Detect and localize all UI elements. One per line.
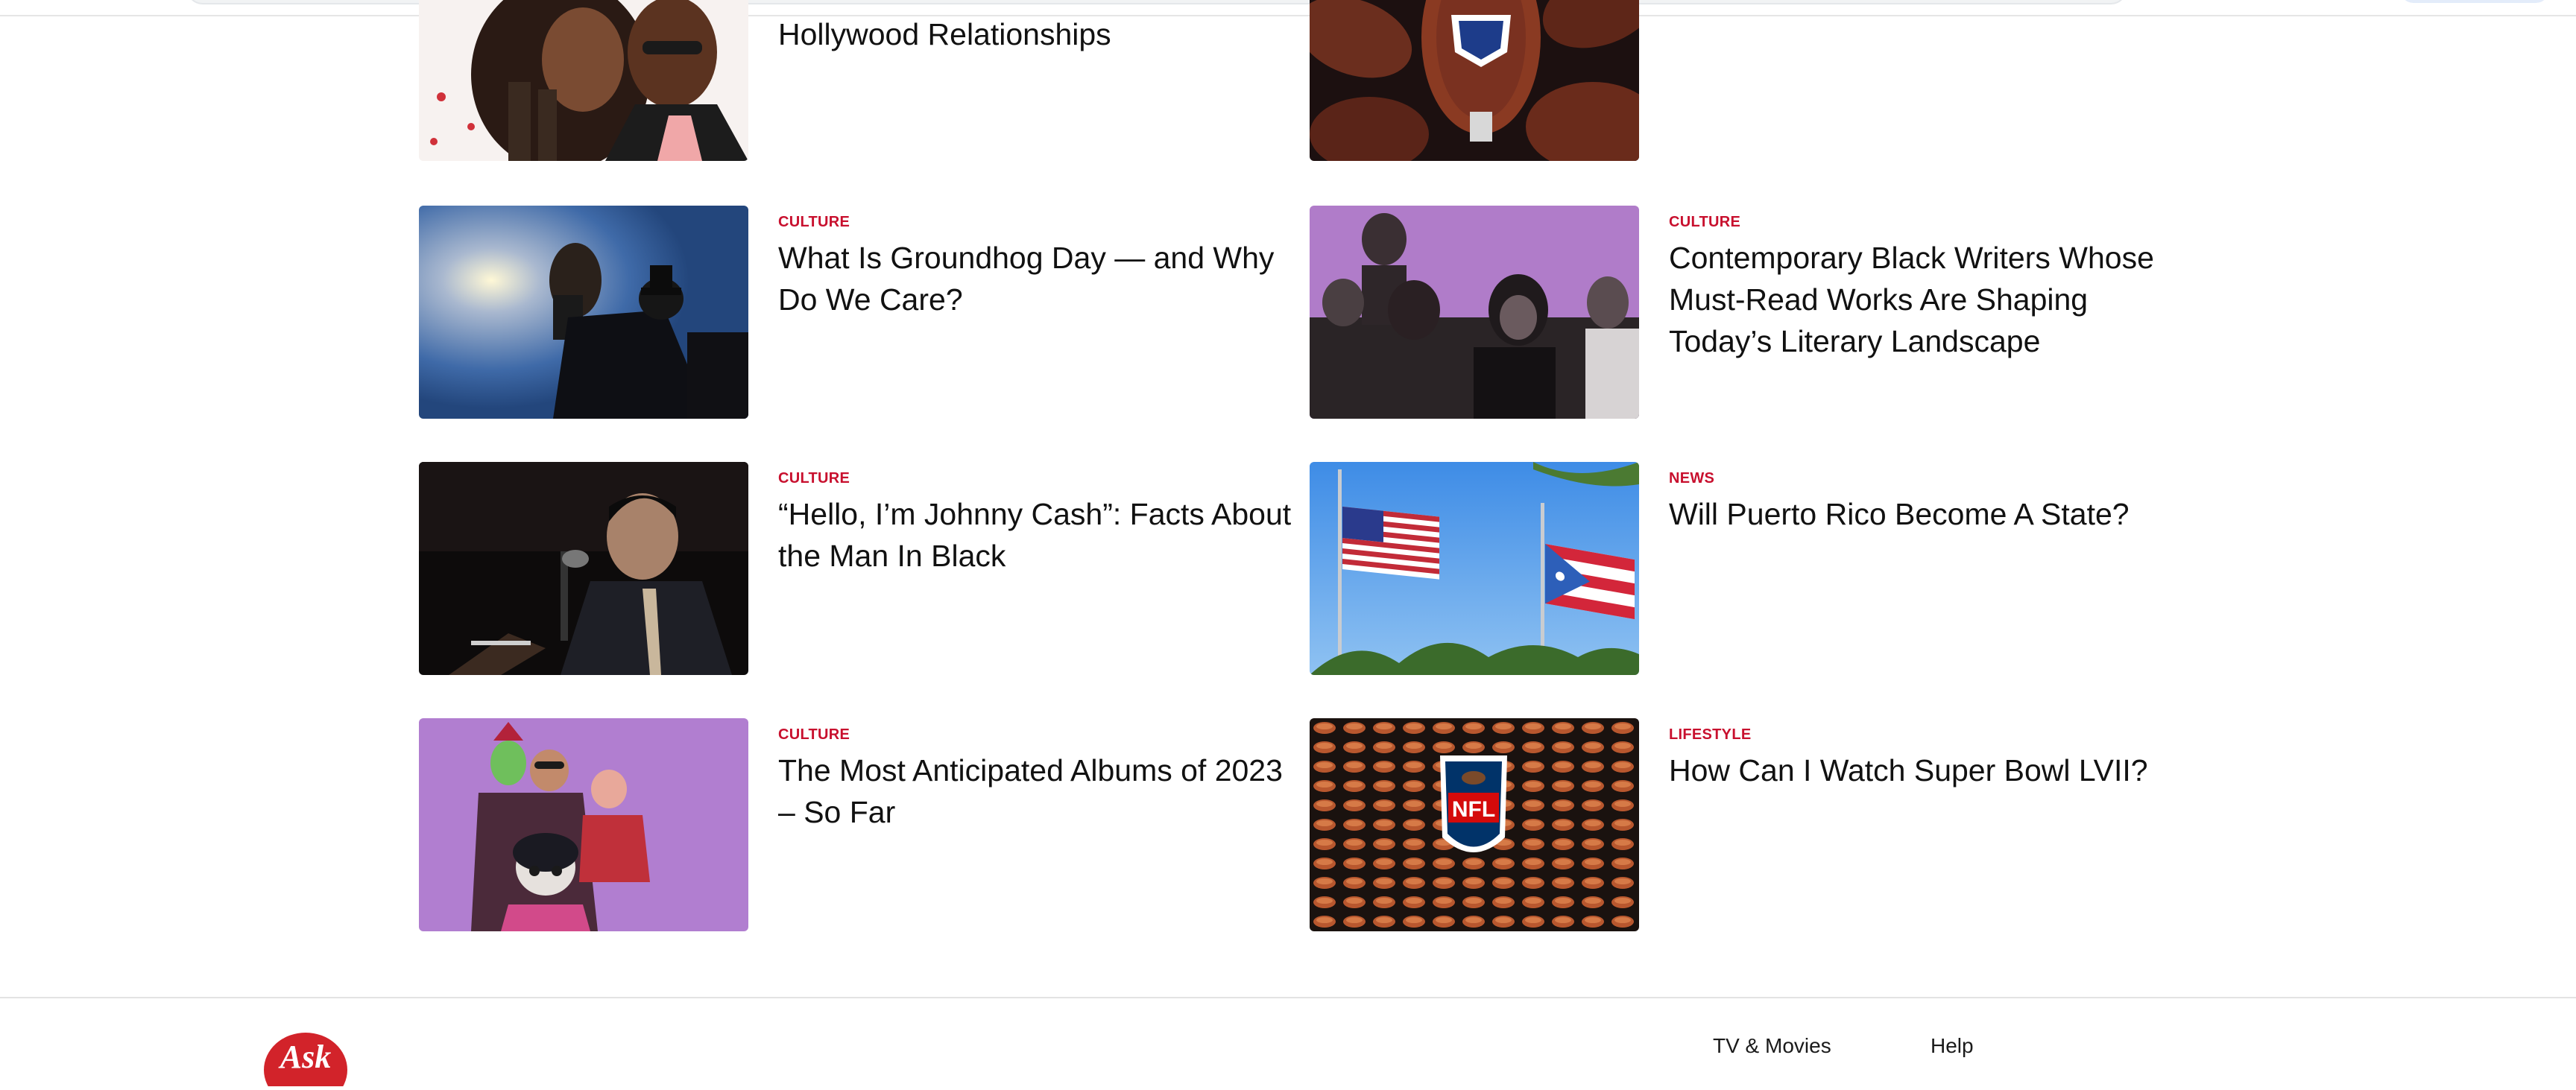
header-action-button[interactable]: [2400, 0, 2549, 3]
article-thumbnail[interactable]: [419, 206, 748, 419]
couple-photo-icon: [419, 0, 748, 161]
article-card[interactable]: [1310, 0, 2197, 161]
article-title[interactable]: What Is Groundhog Day — and Why Do We Ca…: [778, 237, 1300, 320]
article-thumbnail[interactable]: [419, 462, 748, 675]
article-category[interactable]: CULTURE: [1669, 213, 1740, 231]
article-thumbnail[interactable]: [419, 0, 748, 161]
article-category[interactable]: NEWS: [1669, 469, 1714, 487]
article-thumbnail[interactable]: [419, 718, 748, 931]
article-card[interactable]: CULTURE “Hello, I’m Johnny Cash”: Facts …: [419, 462, 1306, 675]
svg-text:NFL: NFL: [1452, 797, 1495, 822]
article-card[interactable]: NEWS Will Puerto Rico Become A State?: [1310, 462, 2197, 675]
nfl-footballs-photo-icon: [1310, 0, 1639, 161]
ask-logo[interactable]: Ask: [262, 1027, 349, 1090]
article-title[interactable]: Contemporary Black Writers Whose Must-Re…: [1669, 237, 2191, 362]
johnny-cash-photo-icon: [419, 462, 748, 675]
flags-photo-icon: [1310, 462, 1639, 675]
article-title[interactable]: How Can I Watch Super Bowl LVII?: [1669, 750, 2191, 791]
article-thumbnail[interactable]: [1310, 206, 1639, 419]
article-thumbnail[interactable]: [1310, 462, 1639, 675]
article-title[interactable]: Will Puerto Rico Become A State?: [1669, 493, 2191, 535]
article-title[interactable]: The Most Anticipated Albums of 2023 – So…: [778, 750, 1300, 833]
article-thumbnail[interactable]: NFL: [1310, 718, 1639, 931]
footer-link-help[interactable]: Help: [1931, 1034, 1974, 1058]
article-category[interactable]: LIFESTYLE: [1669, 726, 1751, 744]
article-card[interactable]: CULTURE Contemporary Black Writers Whose…: [1310, 206, 2197, 419]
article-category[interactable]: CULTURE: [778, 726, 850, 744]
writers-portrait-photo-icon: [1310, 206, 1639, 419]
footer-link-tv-movies[interactable]: TV & Movies: [1713, 1034, 1831, 1058]
groundhog-photo-icon: [419, 206, 748, 419]
article-card[interactable]: CULTURE What Is Groundhog Day — and Why …: [419, 206, 1306, 419]
article-card[interactable]: Hollywood Relationships: [419, 0, 1306, 161]
footer-divider: [0, 997, 2576, 998]
article-category[interactable]: CULTURE: [778, 213, 850, 231]
article-title[interactable]: “Hello, I’m Johnny Cash”: Facts About th…: [778, 493, 1300, 577]
article-title[interactable]: Hollywood Relationships: [778, 13, 1300, 55]
article-card[interactable]: CULTURE The Most Anticipated Albums of 2…: [419, 718, 1306, 931]
nfl-logo-wall-photo-icon: NFL: [1310, 718, 1639, 931]
article-thumbnail[interactable]: [1310, 0, 1639, 161]
gorillaz-illustration-icon: [419, 718, 748, 931]
svg-text:Ask: Ask: [278, 1039, 331, 1075]
article-category[interactable]: CULTURE: [778, 469, 850, 487]
article-card[interactable]: NFL LIFESTYLE How Can I Watch Super Bowl…: [1310, 718, 2197, 931]
ask-logo-icon: Ask: [264, 1033, 347, 1090]
